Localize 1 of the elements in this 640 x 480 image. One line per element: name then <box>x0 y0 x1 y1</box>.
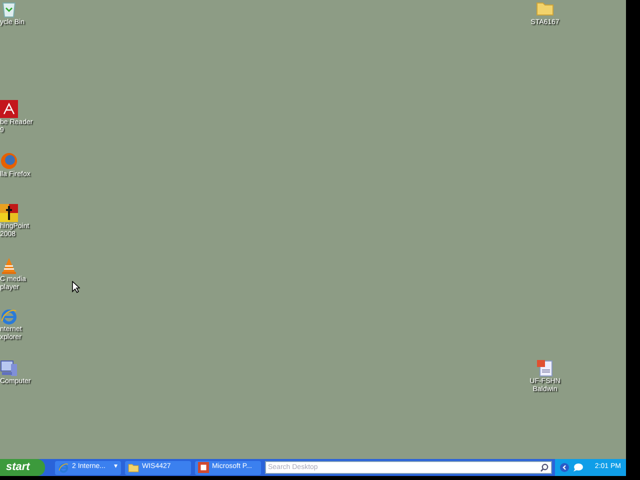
start-button[interactable]: start <box>0 459 45 476</box>
